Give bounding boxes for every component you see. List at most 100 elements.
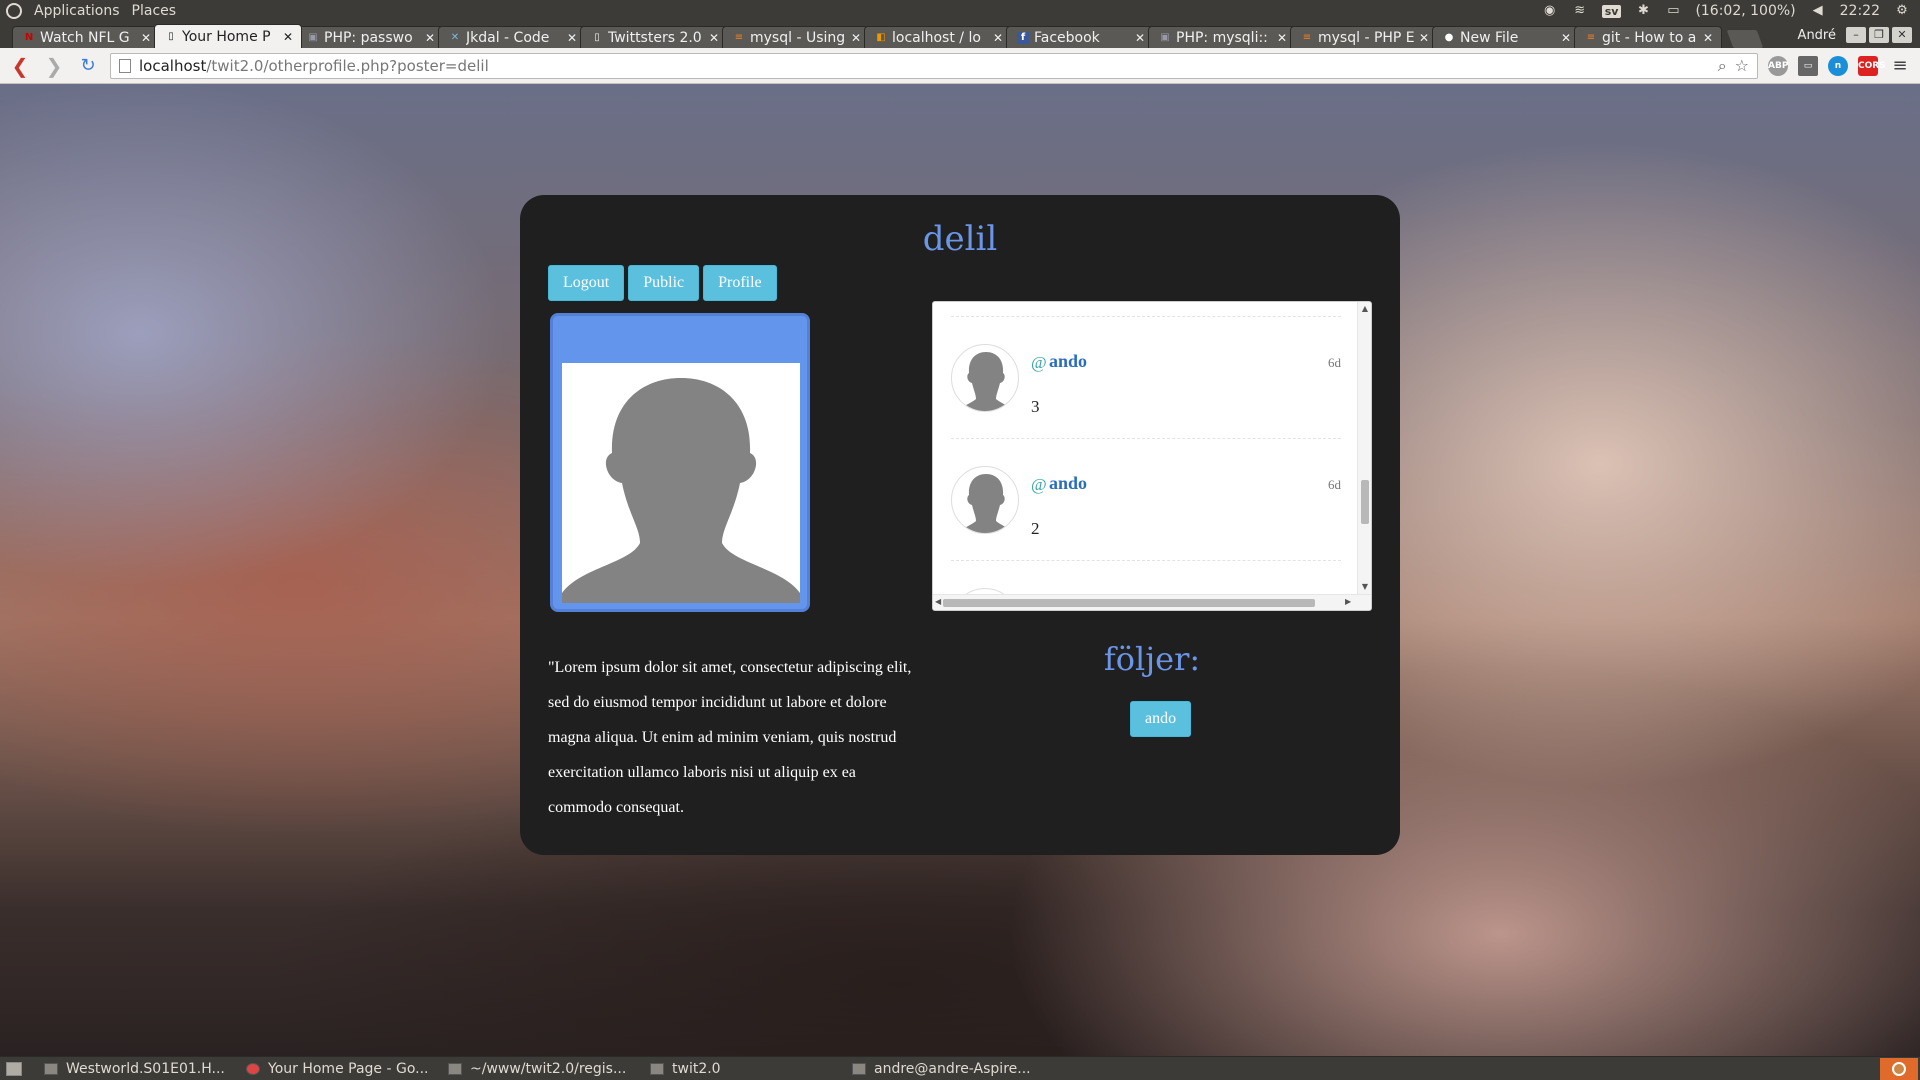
volume-icon[interactable]: ◀: [1810, 4, 1826, 18]
restore-icon[interactable]: ❐: [1869, 27, 1889, 43]
page-icon: ▯: [594, 31, 600, 43]
battery-status[interactable]: (16:02, 100%): [1695, 3, 1795, 19]
cast-icon[interactable]: ▭: [1798, 55, 1818, 76]
post-body: 3: [1031, 397, 1040, 416]
close-icon[interactable]: ✕: [567, 31, 577, 45]
github-icon: ●: [1444, 31, 1454, 43]
scroll-thumb[interactable]: [1361, 480, 1369, 524]
browser-toolbar: ❮ ❯ ↻ localhost/twit2.0/otherprofile.php…: [0, 48, 1920, 84]
tab-new-file[interactable]: ● New File ✕: [1432, 26, 1580, 48]
logout-button[interactable]: Logout: [548, 265, 625, 301]
bookmark-star-icon[interactable]: ☆: [1735, 56, 1749, 75]
profile-button[interactable]: Profile: [703, 265, 777, 301]
tab-watch-nfl[interactable]: N Watch NFL G ✕: [12, 26, 160, 48]
file-manager-icon: [650, 1062, 664, 1075]
taskbar-item-editor[interactable]: ~/www/twit2.0/regis...: [436, 1058, 638, 1080]
scroll-down-arrow-icon[interactable]: ▼: [1358, 582, 1371, 591]
feed-post: @ ando 6d 2: [951, 438, 1341, 560]
following-user-button[interactable]: ando: [1130, 701, 1192, 737]
feed-vertical-scrollbar[interactable]: ▲ ▼: [1357, 302, 1371, 594]
reload-icon[interactable]: ↻: [76, 54, 100, 78]
forward-arrow-icon[interactable]: ❯: [42, 54, 66, 78]
close-icon[interactable]: ✕: [283, 30, 293, 44]
post-avatar: [951, 466, 1019, 534]
post-feed[interactable]: @ ando 6d 3 @ ando 6d 2 ▲ ▼ ◀ ▶: [932, 301, 1372, 611]
wifi-icon[interactable]: ≋: [1572, 4, 1588, 18]
mention-at-icon: @: [1031, 475, 1047, 494]
terminal-icon: [852, 1062, 866, 1075]
scroll-thumb[interactable]: [943, 599, 1315, 607]
php-icon: ▣: [1160, 31, 1170, 43]
post-timestamp: 6d: [1328, 477, 1341, 492]
menu-applications[interactable]: Applications: [34, 3, 120, 19]
taskbar-item-westworld[interactable]: Westworld.S01E01.H...: [32, 1058, 234, 1080]
bluetooth-icon[interactable]: ✱: [1635, 4, 1651, 18]
close-icon[interactable]: ✕: [1277, 31, 1287, 45]
chrome-indicator-icon[interactable]: ◉: [1542, 4, 1558, 18]
close-window-icon[interactable]: ✕: [1892, 27, 1912, 43]
close-icon[interactable]: ✕: [1703, 31, 1713, 45]
scroll-up-arrow-icon[interactable]: ▲: [1358, 304, 1371, 313]
system-top-panel: Applications Places ◉ ≋ sv ✱ ▭ (16:02, 1…: [0, 0, 1920, 22]
tab-php-mysqli[interactable]: ▣ PHP: mysqli:: ✕: [1148, 26, 1296, 48]
tab-git-how-to[interactable]: ≡ git - How to a ✕: [1574, 26, 1722, 48]
browser-tab-strip: N Watch NFL G ✕ ▯ Your Home P ✕ ▣ PHP: passwo…: [0, 22, 1920, 48]
facebook-icon: f: [1017, 31, 1029, 44]
taskbar-item-chrome[interactable]: Your Home Page - Go...: [234, 1058, 436, 1080]
extension-n-icon[interactable]: n: [1828, 55, 1848, 76]
silhouette-avatar-icon: [960, 352, 1012, 411]
phpmyadmin-icon: ◧: [876, 31, 886, 43]
page-info-icon[interactable]: [119, 58, 131, 73]
back-arrow-icon[interactable]: ❮: [8, 54, 32, 78]
scroll-left-arrow-icon[interactable]: ◀: [935, 597, 941, 606]
silhouette-avatar-icon: [562, 378, 800, 603]
close-icon[interactable]: ✕: [709, 31, 719, 45]
tab-your-home-page[interactable]: ▯ Your Home P ✕: [154, 24, 302, 48]
public-button[interactable]: Public: [628, 265, 700, 301]
close-icon[interactable]: ✕: [1561, 31, 1571, 45]
tab-facebook[interactable]: f Facebook ✕: [1006, 26, 1154, 48]
post-username-link[interactable]: ando: [1049, 473, 1087, 494]
tab-php-password[interactable]: ▣ PHP: passwo ✕: [296, 26, 444, 48]
feed-horizontal-scrollbar[interactable]: ◀ ▶: [933, 594, 1371, 610]
feed-post: @ ando 6d 3: [951, 316, 1341, 438]
zoom-icon[interactable]: ⌕: [1718, 56, 1727, 76]
tab-twittsters[interactable]: ▯ Twittsters 2.0 ✕: [580, 26, 728, 48]
menu-places[interactable]: Places: [132, 3, 177, 19]
scroll-right-arrow-icon[interactable]: ▶: [1345, 597, 1351, 606]
nfl-icon: N: [24, 31, 34, 43]
profile-username: delil: [922, 219, 998, 259]
mention-at-icon: @: [1031, 353, 1047, 372]
ubuntu-logo-icon[interactable]: [6, 3, 22, 19]
address-bar[interactable]: localhost/twit2.0/otherprofile.php?poste…: [110, 52, 1758, 79]
video-player-icon: [44, 1062, 58, 1075]
power-gear-icon[interactable]: ⚙: [1894, 4, 1910, 18]
workspace-switcher[interactable]: [1880, 1057, 1918, 1080]
stackoverflow-icon: ≡: [1586, 31, 1596, 43]
clock[interactable]: 22:22: [1840, 3, 1880, 19]
taskbar-item-twit2[interactable]: twit2.0: [638, 1058, 840, 1080]
new-tab-button[interactable]: [1726, 30, 1764, 48]
close-icon[interactable]: ✕: [425, 31, 435, 45]
battery-icon[interactable]: ▭: [1665, 4, 1681, 18]
tab-mysql-using[interactable]: ≡ mysql - Using ✕: [722, 26, 870, 48]
close-icon[interactable]: ✕: [1419, 31, 1429, 45]
menu-hamburger-icon[interactable]: ≡: [1888, 54, 1912, 78]
close-icon[interactable]: ✕: [141, 31, 151, 45]
close-icon[interactable]: ✕: [1135, 31, 1145, 45]
minimize-icon[interactable]: –: [1846, 27, 1866, 43]
adblock-icon[interactable]: ABP: [1768, 55, 1788, 76]
nav-button-group: Logout Public Profile: [548, 265, 777, 301]
cors-extension-icon[interactable]: CORS: [1858, 55, 1886, 76]
show-desktop-icon[interactable]: [6, 1061, 22, 1076]
tab-localhost-phpmyadmin[interactable]: ◧ localhost / lo ✕: [864, 26, 1012, 48]
close-icon[interactable]: ✕: [993, 31, 1003, 45]
post-username-link[interactable]: ando: [1049, 351, 1087, 372]
url-host: localhost: [139, 56, 207, 75]
close-icon[interactable]: ✕: [851, 31, 861, 45]
taskbar-item-terminal[interactable]: andre@andre-Aspire...: [840, 1058, 1042, 1080]
tab-jkdal-code[interactable]: ✕ Jkdal - Code ✕: [438, 26, 586, 48]
browser-profile-name[interactable]: André: [1788, 28, 1846, 43]
tab-mysql-php[interactable]: ≡ mysql - PHP E ✕: [1290, 26, 1438, 48]
keyboard-layout-indicator[interactable]: sv: [1601, 4, 1622, 18]
